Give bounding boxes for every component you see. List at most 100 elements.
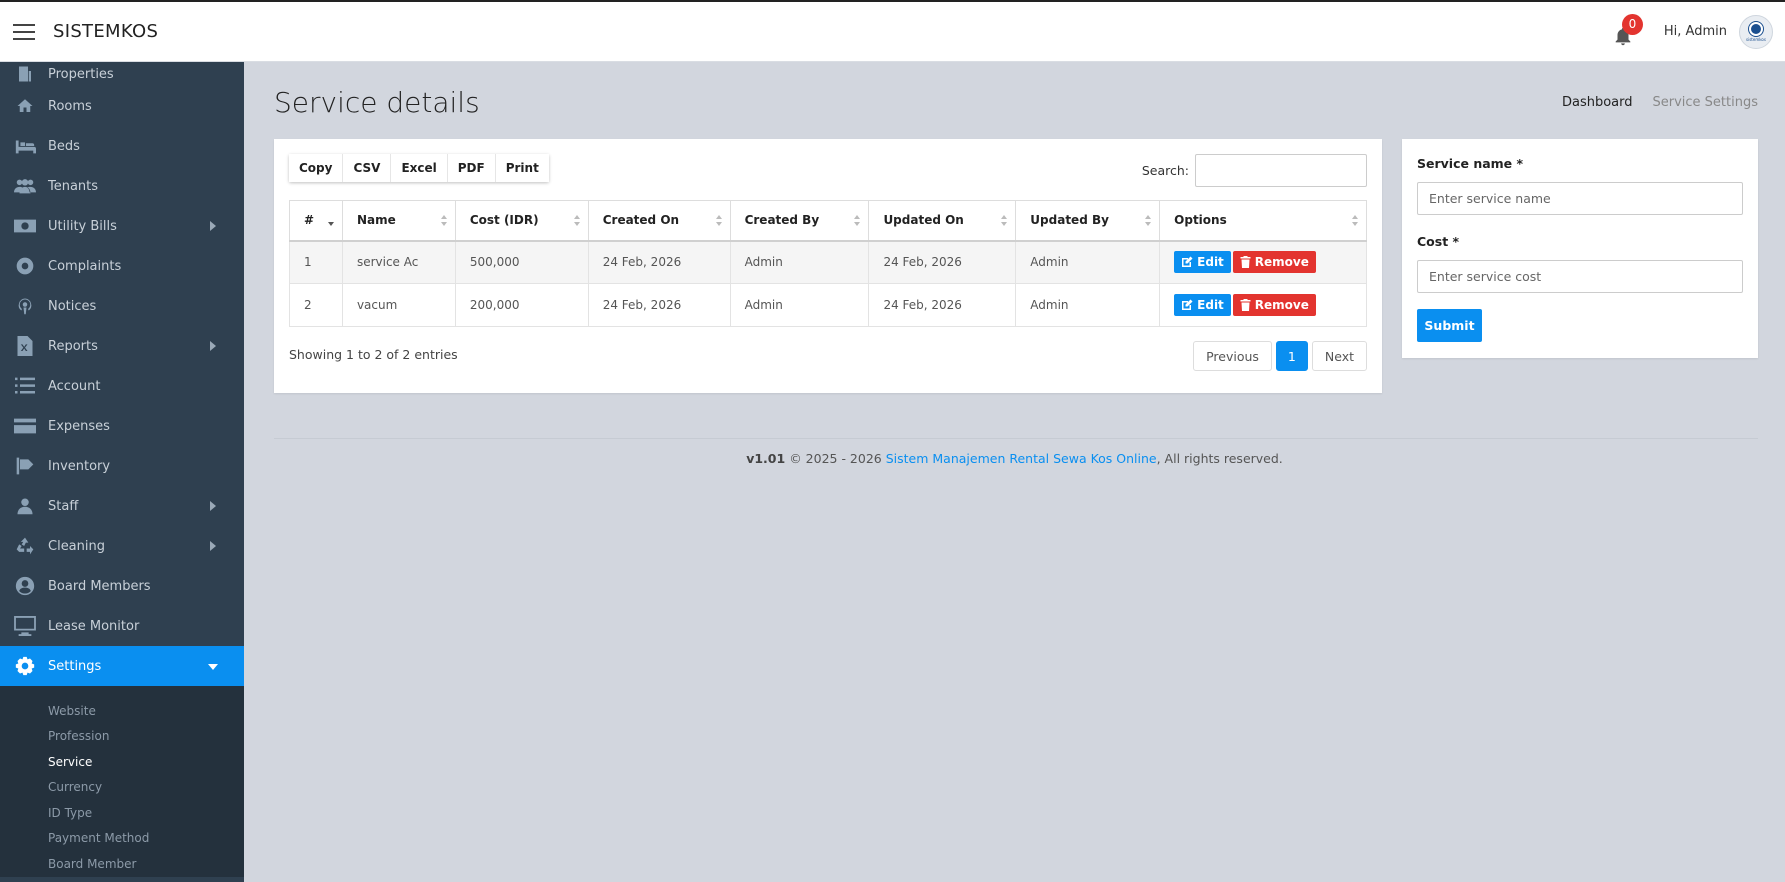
sidebar-item-label: Expenses (48, 418, 110, 434)
service-table-card: Copy CSV Excel PDF Print Search: # Name … (274, 139, 1382, 393)
sidebar-item-rooms[interactable]: Rooms (0, 86, 244, 126)
cost-label: Cost * (1417, 234, 1460, 249)
submenu-item-profession[interactable]: Profession (0, 724, 244, 750)
breadcrumb-dashboard-link[interactable]: Dashboard (1562, 95, 1633, 110)
submenu-item-board-member[interactable]: Board Member (0, 851, 244, 877)
submenu-item-currency[interactable]: Currency (0, 775, 244, 801)
next-page-button[interactable]: Next (1311, 341, 1367, 371)
sort-icon (440, 215, 447, 227)
home-icon (14, 95, 36, 117)
edit-button-label: Edit (1197, 255, 1224, 270)
pdf-button[interactable]: PDF (447, 154, 496, 182)
add-service-form: Service name * Cost * Submit (1402, 139, 1758, 358)
column-header-cost[interactable]: Cost (IDR) (454, 200, 589, 242)
previous-page-button[interactable]: Previous (1193, 341, 1272, 371)
csv-button[interactable]: CSV (343, 154, 392, 182)
service-name-field[interactable] (1417, 182, 1743, 215)
column-header-updated-on[interactable]: Updated On (868, 200, 1017, 242)
excel-button[interactable]: Excel (391, 154, 448, 182)
search-input[interactable] (1195, 154, 1367, 187)
sidebar-item-notices[interactable]: Notices (0, 286, 244, 326)
footer-divider (274, 438, 1758, 439)
column-header-updated-by[interactable]: Updated By (1015, 200, 1161, 242)
edit-button[interactable]: Edit (1174, 294, 1231, 316)
column-header-created-on[interactable]: Created On (587, 200, 731, 242)
footer-site-link[interactable]: Sistem Manajemen Rental Sewa Kos Online (886, 451, 1157, 466)
sort-icon (1352, 215, 1358, 227)
avatar-logo-text: sistemkos (1746, 36, 1766, 42)
recycle-icon (14, 535, 36, 557)
sidebar-item-tenants[interactable]: Tenants (0, 166, 244, 206)
user-greeting[interactable]: Hi, Admin (1664, 24, 1727, 39)
menu-toggle-icon[interactable] (13, 23, 35, 40)
sidebar-item-expenses[interactable]: Expenses (0, 406, 244, 446)
sidebar-item-label: Rooms (48, 98, 92, 114)
submenu-item-website[interactable]: Website (0, 698, 244, 724)
sidebar-item-label: Cleaning (48, 538, 105, 554)
brand-title[interactable]: SISTEMKOS (53, 21, 158, 42)
remove-button-label: Remove (1254, 255, 1309, 270)
submenu-item-id-type[interactable]: ID Type (0, 800, 244, 826)
sidebar-item-settings[interactable]: Settings (0, 646, 244, 686)
edit-button-label: Edit (1197, 298, 1224, 312)
sidebar-item-account[interactable]: Account (0, 366, 244, 406)
sidebar-item-reports[interactable]: Reports (0, 326, 244, 366)
column-header-label: Updated By (1030, 213, 1109, 228)
sidebar-item-utility-bills[interactable]: Utility Bills (0, 206, 244, 246)
lifebuoy-icon (14, 255, 36, 277)
edit-button[interactable]: Edit (1174, 251, 1231, 274)
sidebar-item-properties[interactable]: Properties (0, 62, 244, 86)
submenu-item-service[interactable]: Service (0, 749, 244, 775)
sidebar-item-label: Board Members (48, 578, 151, 594)
sidebar-item-staff[interactable]: Staff (0, 486, 244, 526)
table-info: Showing 1 to 2 of 2 entries (289, 347, 458, 362)
sidebar-item-lease-monitor[interactable]: Lease Monitor (0, 606, 244, 646)
notifications-button[interactable]: 0 (1608, 13, 1643, 47)
sidebar-item-inventory[interactable]: Inventory (0, 446, 244, 486)
tag-icon (14, 455, 36, 477)
cell-number: 1 (289, 240, 343, 284)
table-row: 1 service Ac 500,000 24 Feb, 2026 Admin … (289, 240, 1367, 284)
sort-desc-icon (327, 215, 334, 227)
service-name-label: Service name * (1417, 156, 1524, 171)
page-title: Service details (274, 86, 480, 119)
column-header-created-by[interactable]: Created By (729, 200, 870, 242)
copy-button[interactable]: Copy (289, 154, 344, 182)
sidebar-item-board-members[interactable]: Board Members (0, 566, 244, 606)
sidebar-item-label: Utility Bills (48, 218, 117, 234)
submenu-item-payment-method[interactable]: Payment Method (0, 826, 244, 852)
remove-button[interactable]: Remove (1232, 251, 1316, 274)
sidebar-item-cleaning[interactable]: Cleaning (0, 526, 244, 566)
sidebar: Properties Rooms Beds Tenants Utility Bi… (0, 62, 244, 882)
column-header-label: Options (1174, 213, 1227, 228)
chevron-right-icon (210, 501, 216, 511)
remove-button[interactable]: Remove (1232, 294, 1316, 316)
column-header-number[interactable]: # (289, 200, 343, 242)
cell-name: service Ac (341, 240, 456, 284)
footer-rights: , All rights reserved. (1156, 451, 1283, 466)
column-header-name[interactable]: Name (341, 200, 456, 242)
column-header-options[interactable]: Options (1159, 200, 1367, 242)
service-cost-field[interactable] (1417, 260, 1743, 293)
sort-icon (854, 215, 861, 227)
cell-cost: 500,000 (454, 240, 589, 284)
sidebar-item-complaints[interactable]: Complaints (0, 246, 244, 286)
page-1-button[interactable]: 1 (1275, 341, 1308, 371)
print-button[interactable]: Print (495, 154, 549, 182)
avatar[interactable]: sistemkos (1739, 14, 1773, 49)
breadcrumb: Dashboard Service Settings (1562, 95, 1758, 110)
sidebar-item-label: Staff (48, 498, 79, 514)
column-header-label: Created On (602, 213, 680, 228)
column-header-label: Created By (744, 213, 820, 228)
sidebar-item-label: Inventory (48, 458, 111, 474)
column-header-label: Name (356, 213, 396, 228)
chevron-right-icon (210, 541, 216, 551)
settings-submenu: Website Profession Service Currency ID T… (0, 686, 244, 877)
submit-button[interactable]: Submit (1417, 309, 1482, 342)
pagination: Previous 1 Next (1193, 341, 1367, 371)
cell-cost: 200,000 (454, 283, 589, 327)
sidebar-item-beds[interactable]: Beds (0, 126, 244, 166)
service-table: # Name Cost (IDR) Created On Created By … (289, 200, 1367, 327)
footer: v1.01 © 2025 - 2026 Sistem Manajemen Ren… (244, 451, 1785, 466)
sidebar-item-label: Notices (48, 298, 97, 314)
